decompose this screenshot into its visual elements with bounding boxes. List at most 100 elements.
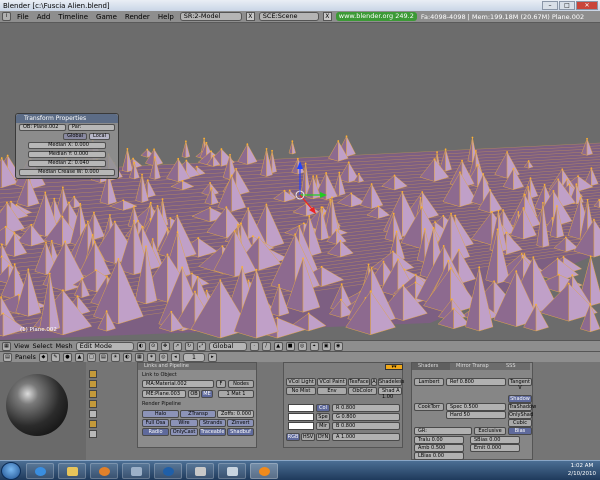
orientation-selector[interactable]: Global [208,341,247,351]
vcol-light-button[interactable]: VCol Light [286,378,316,386]
radio-icon[interactable]: ✶ [146,352,156,362]
menu-select[interactable]: Select [32,342,52,350]
script-context-icon[interactable]: ✎ [50,352,60,362]
menu-timeline[interactable]: Timeline [56,13,90,21]
transform-properties-panel[interactable]: Transform Properties OB: Plane.002 Par: … [15,113,119,179]
blender-version-link[interactable]: www.blender.org 249.2 [335,12,417,21]
emit-slider[interactable]: Emit 0.000 [470,444,520,452]
minimize-button[interactable]: – [542,1,558,10]
onlycast-button[interactable]: OnlyCast [170,428,198,436]
menu-game[interactable]: Game [94,13,119,21]
taskbar-hp[interactable] [154,463,182,479]
mode-selector[interactable]: Edit Mode [75,341,134,351]
mesh-name-field[interactable]: ME:Plane.003 [142,390,186,398]
editor-type-icon[interactable]: i [2,12,11,21]
rgb-button[interactable]: RGB [286,433,300,441]
rotate-icon[interactable]: ↻ [184,341,194,351]
preview-monkey-icon[interactable] [89,400,97,408]
menu-mesh[interactable]: Mesh [56,342,73,350]
scene-context-icon[interactable]: ▤ [98,352,108,362]
traceable-button[interactable]: Traceable [199,428,226,436]
red-slider[interactable]: R 0.800 [332,404,400,412]
color-swatch[interactable] [288,404,314,412]
sss-tab[interactable]: SSS [500,363,530,370]
logic-context-icon[interactable]: ◆ [38,352,48,362]
proportional-edit-icon[interactable]: ◎ [297,341,307,351]
taskbar-app-3[interactable] [218,463,246,479]
editor-type-icon[interactable]: ▦ [2,341,11,351]
object-name-field[interactable]: OB: Plane.002 [19,124,66,131]
preview-sphere-icon[interactable] [89,380,97,388]
alpha-slider[interactable]: A 1.000 [332,433,400,441]
ztransp-button[interactable]: ZTransp [180,410,216,418]
delete-screen-button[interactable]: X [245,12,255,21]
median-y-field[interactable]: Median Y: 0.000 [28,151,106,158]
bias-button[interactable]: Bias [508,427,532,435]
obcolor-button[interactable]: ObColor [348,387,377,395]
preview-cube-icon[interactable] [89,390,97,398]
shaders-tab[interactable]: Shaders [412,363,450,370]
texface-button[interactable]: TexFace [348,378,370,386]
ob-link-button[interactable]: OB [188,390,200,398]
spe-button[interactable]: Spe [316,413,330,421]
maximize-button[interactable]: □ [559,1,575,10]
hard-slider[interactable]: Hard 50 [446,411,506,419]
preview-lamp-icon[interactable] [89,430,97,438]
mir-button[interactable]: Mir [316,422,330,430]
shading-context-icon[interactable]: ● [62,352,72,362]
green-slider[interactable]: G 0.800 [332,413,400,421]
median-x-field[interactable]: Median X: 0.000 [28,142,106,149]
hsv-button[interactable]: HSV [301,433,315,441]
menu-add[interactable]: Add [35,13,53,21]
snap-icon[interactable]: ⌖ [309,341,319,351]
radio-button[interactable]: Radio [142,428,169,436]
tralu-slider[interactable]: Tralu 0.00 [414,436,464,444]
onlyshad-button[interactable]: OnlyShad [508,411,533,419]
col-button[interactable]: Col [316,404,330,412]
pivot-icon[interactable]: ⊙ [148,341,158,351]
amb-slider[interactable]: Amb 0.500 [414,444,464,452]
env-button[interactable]: Env [317,387,347,395]
frame-field[interactable]: 1 [182,352,205,362]
lbias-slider[interactable]: LBias 0.00 [414,452,464,460]
material-index-field[interactable]: 1 Mat 1 [218,390,254,398]
trashadow-button[interactable]: TraShadow [508,403,536,411]
no-mist-button[interactable]: No Mist [286,387,316,395]
edge-select-icon[interactable]: / [261,341,271,351]
menu-view[interactable]: View [14,342,29,350]
global-toggle[interactable]: Global [63,133,88,140]
taskbar-app[interactable] [122,463,150,479]
shadow-button[interactable]: Shadow [508,395,532,403]
editor-type-icon[interactable]: ▤ [3,352,12,362]
me-link-button[interactable]: ME [201,390,213,398]
screen-selector[interactable]: SR:2-Model [179,12,242,21]
shadbuf-button[interactable]: Shadbuf [227,428,254,436]
layer-icon[interactable]: ▣ [321,341,331,351]
strands-button[interactable]: Strands [199,419,226,427]
preview-hair-icon[interactable] [89,410,97,418]
shadeless-button[interactable]: Shadeless [378,378,404,386]
occlude-icon[interactable]: ■ [285,341,295,351]
spec-slider[interactable]: Spec 0.500 [446,403,506,411]
system-clock[interactable]: 1:02 AM 2/10/2010 [568,462,596,478]
delete-scene-button[interactable]: X [322,12,332,21]
vcol-paint-button[interactable]: VCol Paint [317,378,347,386]
material-icon[interactable]: ◐ [122,352,132,362]
diffuse-shader-selector[interactable]: Lambert [414,378,444,386]
scale-icon[interactable]: ⤢ [196,341,206,351]
taskbar-blender[interactable] [250,463,278,479]
render-icon[interactable]: ◉ [333,341,343,351]
taskbar-ie[interactable] [26,463,54,479]
panels-menu[interactable]: Panels [15,353,36,361]
material-name-field[interactable]: MA:Material.002 [142,380,214,388]
ref-slider[interactable]: Ref 0.800 [446,378,506,386]
zinvert-button[interactable]: Zinvert [227,419,254,427]
editing-context-icon[interactable]: □ [86,352,96,362]
texture-icon[interactable]: ▦ [134,352,144,362]
object-context-icon[interactable]: ▲ [74,352,84,362]
spec-swatch[interactable] [288,413,314,421]
blue-slider[interactable]: B 0.800 [332,422,400,430]
scene-selector[interactable]: SCE:Scene [258,12,319,21]
next-frame-icon[interactable]: ▸ [207,352,217,362]
exclusive-button[interactable]: Exclusive [474,427,506,435]
